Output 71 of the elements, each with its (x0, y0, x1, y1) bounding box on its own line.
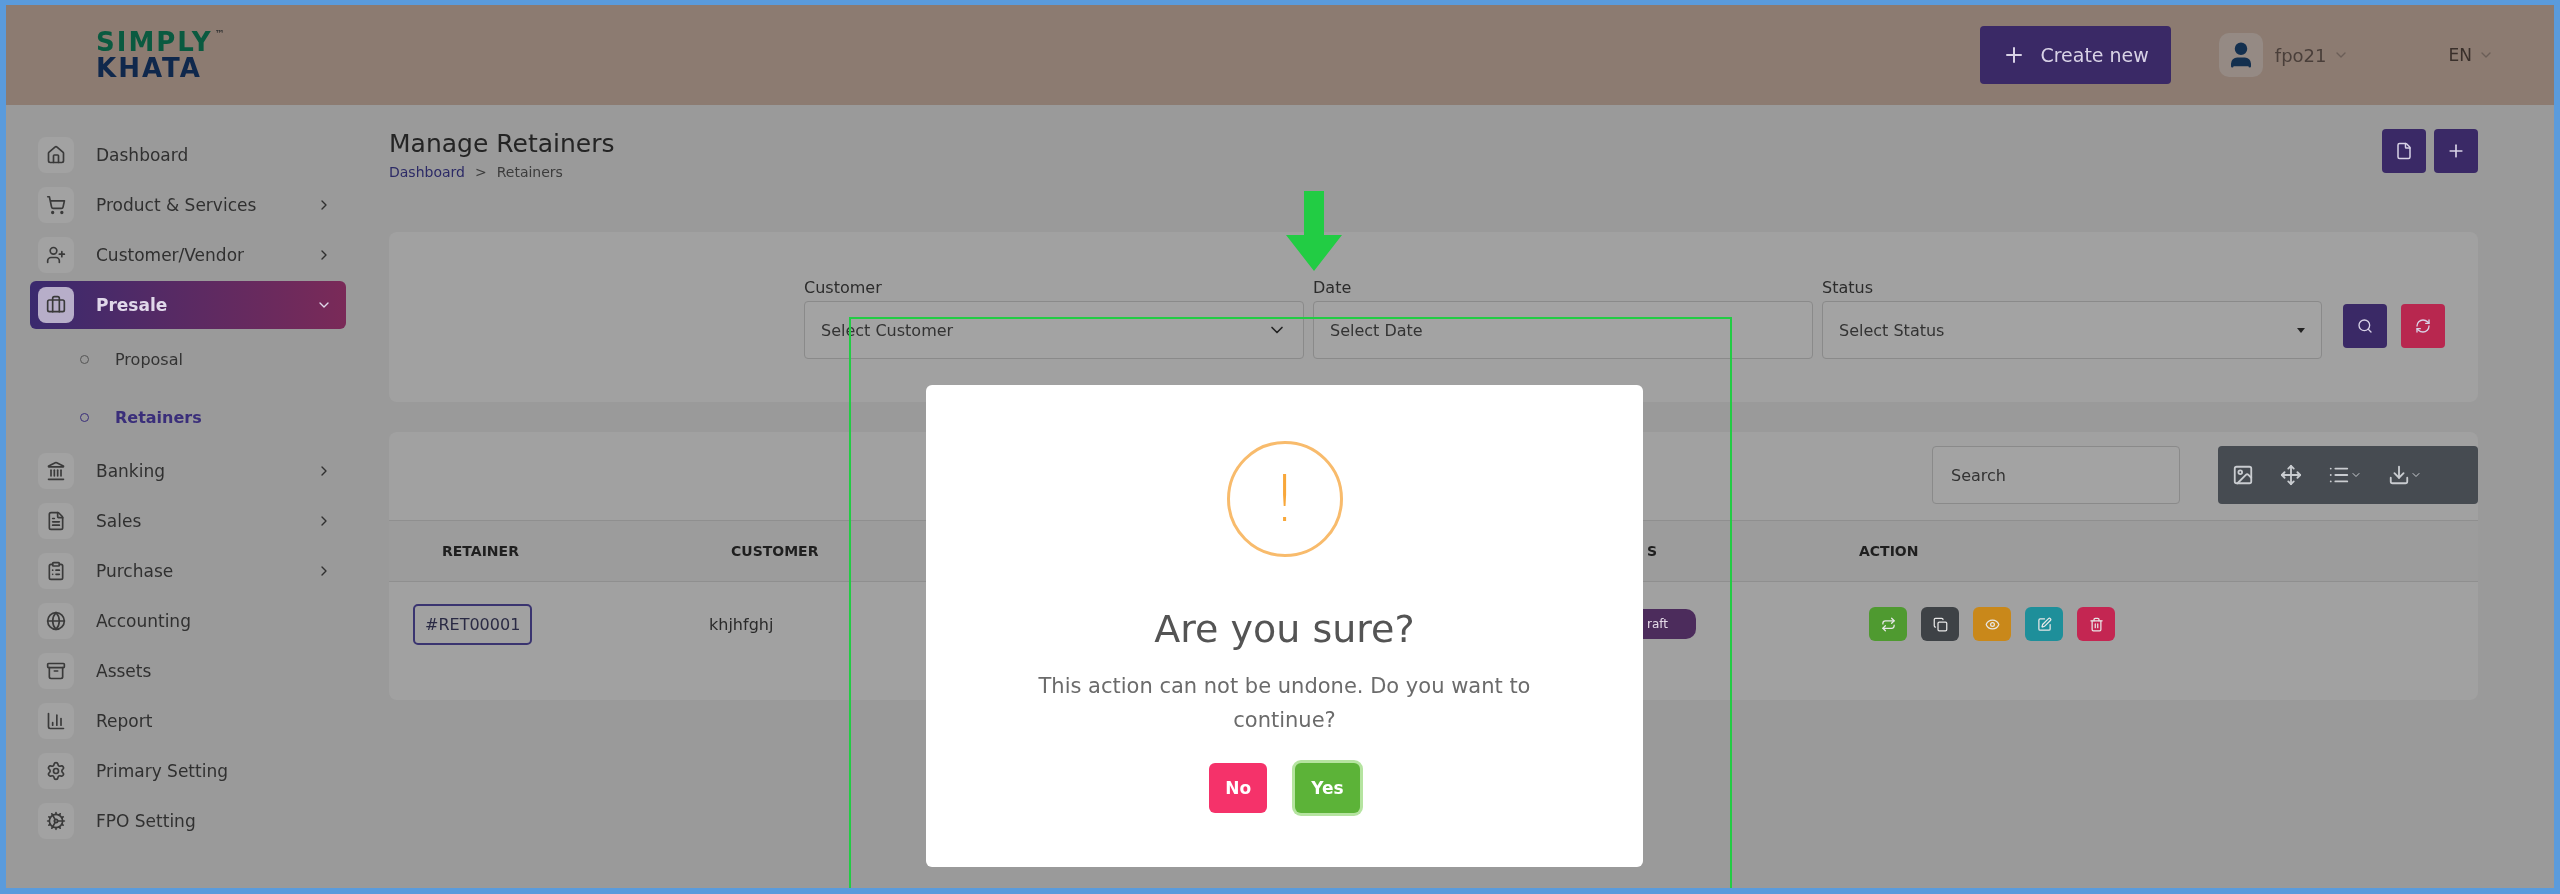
reset-button[interactable] (2401, 304, 2445, 348)
field-label: Date (1313, 278, 1353, 297)
cart-icon (38, 187, 74, 223)
logo[interactable]: SIMPLY KHATA ™ (96, 29, 227, 81)
edit-icon (2036, 616, 2052, 632)
briefcase-icon (38, 287, 74, 323)
copy-button[interactable] (1921, 607, 1959, 641)
search-field[interactable]: Search (1932, 446, 2180, 504)
breadcrumb-current: Retainers (496, 164, 563, 180)
no-button[interactable]: No (1209, 763, 1268, 813)
warning-icon: ! (1226, 441, 1343, 557)
submenu-item[interactable]: Retainers (30, 389, 346, 445)
download-icon[interactable] (2388, 464, 2422, 486)
add-button[interactable] (2434, 129, 2478, 173)
globe-icon (38, 603, 74, 639)
sidebar-item[interactable]: Accounting (30, 597, 346, 645)
trash-icon (2088, 616, 2104, 632)
language-selector[interactable]: EN (2448, 45, 2472, 65)
column-header: ACTION (1858, 543, 1919, 559)
sidebar-item[interactable]: Product & Services (30, 181, 346, 229)
chart-icon (38, 703, 74, 739)
retainer-link[interactable]: #RET00001 (413, 603, 533, 645)
document-icon (38, 503, 74, 539)
move-icon[interactable] (2280, 464, 2302, 486)
file-icon (2395, 142, 2413, 160)
submenu-item[interactable]: Proposal (30, 331, 346, 387)
settings-icon (38, 803, 74, 839)
column-header: RETAINER (441, 543, 519, 559)
sidebar-item[interactable]: Dashboard (30, 131, 346, 179)
archive-icon (38, 653, 74, 689)
table-cell: khjhfghj (709, 614, 774, 634)
create-new-button[interactable]: Create new (1980, 26, 2171, 84)
export-button[interactable] (2382, 129, 2426, 173)
field-label: Customer (804, 278, 883, 297)
dialog-title: Are you sure? (1154, 607, 1415, 651)
select-field[interactable]: Select Status (1822, 301, 2322, 359)
field-label: Status (1822, 278, 1874, 297)
sidebar-item[interactable]: Report (30, 697, 346, 745)
search-button[interactable] (2343, 304, 2387, 348)
sidebar-item[interactable]: FPO Setting (30, 797, 346, 845)
sidebar-item-active[interactable]: Presale (30, 281, 346, 329)
date-field[interactable]: Select Date (1313, 301, 1813, 359)
caret-icon (2297, 327, 2305, 333)
breadcrumb-separator: > (474, 164, 487, 180)
repeat-icon (1880, 616, 1896, 632)
sidebar-item[interactable]: Sales (30, 497, 346, 545)
settings-icon (38, 753, 74, 789)
page-title: Manage Retainers (389, 129, 615, 158)
eye-icon (1984, 616, 2000, 632)
breadcrumb-link[interactable]: Dashboard (389, 164, 465, 180)
refresh-icon (2415, 318, 2431, 334)
status-badge: raft (1641, 609, 1696, 639)
copy-icon (1932, 616, 1948, 632)
user-plus-icon (38, 237, 74, 273)
column-header: S (1646, 543, 1658, 559)
avatar-icon[interactable] (2218, 33, 2263, 77)
sidebar-item[interactable]: Assets (30, 647, 346, 695)
sidebar-item[interactable]: Purchase (30, 547, 346, 595)
home-icon (38, 137, 74, 173)
image-icon[interactable] (2232, 464, 2254, 486)
sidebar-item[interactable]: Primary Setting (30, 747, 346, 795)
sidebar-item[interactable]: Customer/Vendor (30, 231, 346, 279)
column-header: CUSTOMER (730, 543, 819, 559)
user-name[interactable]: fpo21 (2274, 44, 2327, 66)
clipboard-icon (38, 553, 74, 589)
bank-icon (38, 453, 74, 489)
yes-button[interactable]: Yes (1295, 763, 1360, 813)
sidebar-item[interactable]: Banking (30, 447, 346, 495)
delete-button[interactable] (2077, 607, 2115, 641)
dialog-message: This action can not be undone. Do you want to continue? (1037, 673, 1532, 734)
search-icon (2357, 318, 2373, 334)
